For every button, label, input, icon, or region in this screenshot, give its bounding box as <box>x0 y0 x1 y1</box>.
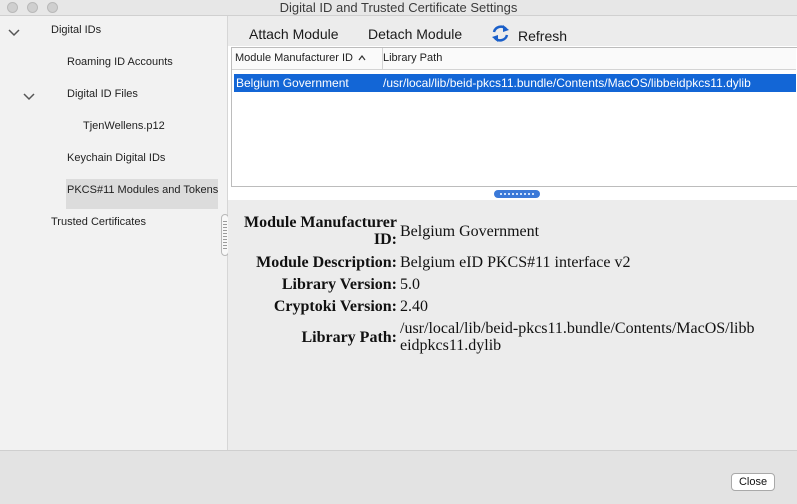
description-label: Module Description: <box>256 254 397 271</box>
title-bar: Digital ID and Trusted Certificate Setti… <box>0 0 797 16</box>
description-value: Belgium eID PKCS#11 interface v2 <box>400 254 631 271</box>
sidebar-item-digital-ids[interactable]: Digital IDs <box>51 23 101 37</box>
chevron-down-icon[interactable] <box>22 92 36 102</box>
sidebar <box>0 16 218 450</box>
sidebar-item-roaming-id-accounts[interactable]: Roaming ID Accounts <box>67 55 173 69</box>
sidebar-item-digital-id-files[interactable]: Digital ID Files <box>67 87 138 101</box>
library-path-label: Library Path: <box>301 329 397 346</box>
library-path-value: /usr/local/lib/beid-pkcs11.bundle/Conten… <box>400 320 755 354</box>
sidebar-item-trusted-certificates[interactable]: Trusted Certificates <box>51 215 146 229</box>
cell-library-path: /usr/local/lib/beid-pkcs11.bundle/Conten… <box>383 76 751 90</box>
modules-table: Module Manufacturer ID Library Path Belg… <box>231 47 797 187</box>
refresh-button[interactable]: Refresh <box>518 27 567 45</box>
detach-module-button[interactable]: Detach Module <box>368 25 462 43</box>
sidebar-item-keychain-digital-ids[interactable]: Keychain Digital IDs <box>67 151 165 165</box>
column-header-manufacturer[interactable]: Module Manufacturer ID <box>232 48 383 70</box>
table-details-splitter[interactable] <box>494 190 540 198</box>
sidebar-item-pkcs11-modules[interactable]: PKCS#11 Modules and Tokens <box>67 183 218 197</box>
cell-manufacturer: Belgium Government <box>236 76 349 90</box>
manufacturer-value: Belgium Government <box>400 223 540 240</box>
footer-bar <box>0 450 797 504</box>
manufacturer-label: Module Manufacturer ID: <box>243 214 397 248</box>
sort-ascending-icon <box>358 55 366 61</box>
chevron-down-icon[interactable] <box>7 28 21 38</box>
library-version-value: 5.0 <box>400 276 420 293</box>
attach-module-button[interactable]: Attach Module <box>249 25 339 43</box>
cryptoki-version-label: Cryptoki Version: <box>273 298 397 315</box>
close-button[interactable]: Close <box>731 473 775 491</box>
column-header-library-path[interactable]: Library Path <box>383 48 796 70</box>
cryptoki-version-value: 2.40 <box>400 298 428 315</box>
window-title: Digital ID and Trusted Certificate Setti… <box>279 0 518 15</box>
column-header-manufacturer-label: Module Manufacturer ID <box>235 52 353 64</box>
library-version-label: Library Version: <box>281 276 397 293</box>
sidebar-item-p12-file[interactable]: TjenWellens.p12 <box>83 119 165 133</box>
refresh-icon[interactable] <box>490 23 511 44</box>
table-row[interactable]: Belgium Government /usr/local/lib/beid-p… <box>234 74 796 92</box>
